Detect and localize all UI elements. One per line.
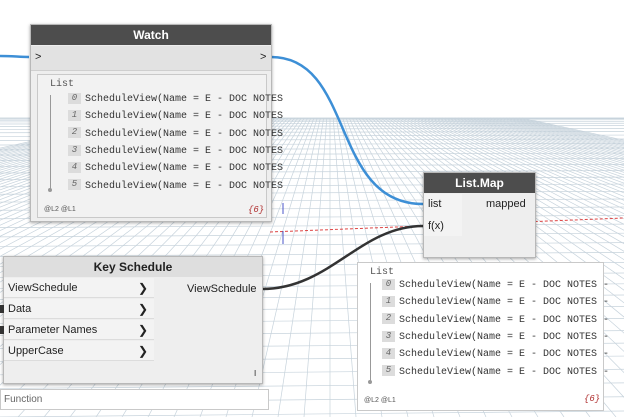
keyschedule-input-dot (0, 326, 4, 334)
list-item-index: 3 (68, 144, 81, 156)
list-item-value: ScheduleView(Name = E - DOC NOTES - (399, 331, 610, 343)
list-item-index: 1 (382, 296, 395, 308)
listmap-preview[interactable]: List 0 ScheduleView(Name = E - DOC NOTES … (357, 262, 609, 411)
list-tree-end (48, 188, 52, 192)
list-item-value: ScheduleView(Name = E - DOC NOTES - (399, 314, 610, 326)
list-item: 0 ScheduleView(Name = E - DOC NOTES - (382, 278, 609, 294)
list-label: List (370, 267, 395, 278)
list-item-index: 4 (382, 348, 395, 360)
watch-port-row: > > (31, 46, 271, 71)
list-item-index: 0 (68, 92, 81, 104)
port-label: Data (8, 303, 32, 315)
input-port-uppercase[interactable]: UpperCase ❯ (4, 341, 154, 361)
list-item-value: ScheduleView(Name = E - DOC NOTES (85, 180, 284, 192)
list-item-index: 3 (382, 330, 395, 342)
lacing-indicator[interactable]: I (254, 369, 256, 378)
list-item: 5 ScheduleView(Name = E - DOC NOTES - (382, 365, 609, 381)
keyschedule-input-dot (0, 305, 4, 313)
port-label: UpperCase (8, 345, 64, 357)
list-item: 3 ScheduleView(Name = E - DOC NOTES - (382, 330, 609, 346)
wire-watch-to-listmap-list (270, 55, 424, 206)
list-tree-line (50, 95, 51, 189)
list-item-index: 2 (382, 313, 395, 325)
list-count: {6} (248, 205, 265, 215)
list-item-index: 1 (68, 110, 81, 122)
function-field[interactable]: Function (0, 389, 269, 410)
wire-into-watch (0, 54, 30, 59)
list-item: 5 ScheduleView(Name = E - DOC NOTES (68, 179, 283, 195)
watch-node[interactable]: Watch > > List 0 ScheduleView(Name = E - … (30, 24, 283, 222)
list-item-value: ScheduleView(Name = E - DOC NOTES (85, 145, 284, 157)
list-levels: @L2 @L1 (44, 206, 76, 213)
list-item-index: 4 (68, 162, 81, 174)
input-port-list[interactable]: list (428, 198, 441, 210)
port-label: Parameter Names (8, 324, 98, 336)
list-levels: @L2 @L1 (364, 397, 396, 404)
function-label: Function (4, 394, 43, 405)
list-label: List (50, 79, 75, 90)
input-port-data[interactable]: Data ❯ (4, 299, 154, 319)
listmap-inputs: list f(x) (424, 194, 462, 236)
output-port[interactable]: > (260, 51, 266, 63)
list-item-index: 0 (382, 278, 395, 290)
chevron-right-icon: ❯ (137, 323, 148, 337)
list-item-value: ScheduleView(Name = E - DOC NOTES - (399, 297, 610, 309)
node-title[interactable]: Watch (31, 25, 271, 45)
node-title[interactable]: List.Map (424, 173, 535, 193)
output-port-mapped[interactable]: mapped (486, 198, 526, 210)
list-tree-line (370, 283, 371, 381)
list-item: 4 ScheduleView(Name = E - DOC NOTES (68, 161, 283, 177)
list-item: 2 ScheduleView(Name = E - DOC NOTES - (382, 313, 609, 329)
list-item: 2 ScheduleView(Name = E - DOC NOTES (68, 127, 283, 143)
chevron-right-icon: ❯ (137, 302, 148, 316)
list-item-value: ScheduleView(Name = E - DOC NOTES - (399, 280, 610, 291)
list-item: 0 ScheduleView(Name = E - DOC NOTES (68, 92, 283, 108)
list-item: 4 ScheduleView(Name = E - DOC NOTES - (382, 347, 609, 363)
list-item-value: ScheduleView(Name = E - DOC NOTES (85, 163, 284, 175)
list-item: 3 ScheduleView(Name = E - DOC NOTES (68, 144, 283, 160)
watch-preview[interactable]: List 0 ScheduleView(Name = E - DOC NOTES 1… (37, 74, 283, 218)
list-item-value: ScheduleView(Name = E - DOC NOTES (85, 111, 284, 123)
input-port-viewschedule[interactable]: ViewSchedule ❯ (4, 278, 154, 298)
list-item-index: 5 (68, 179, 81, 191)
listmap-node[interactable]: List.Map list f(x) mapped (423, 172, 536, 258)
port-label: ViewSchedule (8, 282, 78, 294)
chevron-right-icon: ❯ (137, 281, 148, 295)
input-port-parameter-names[interactable]: Parameter Names ❯ (4, 320, 154, 340)
input-port[interactable]: > (35, 51, 41, 63)
list-item-index: 2 (68, 127, 81, 139)
input-port-fx[interactable]: f(x) (428, 220, 444, 232)
keyschedule-node[interactable]: Key Schedule ViewSchedule ❯ Data ❯ Param… (3, 256, 263, 384)
list-item-value: ScheduleView(Name = E - DOC NOTES - (399, 349, 610, 361)
list-item-value: ScheduleView(Name = E - DOC NOTES (85, 128, 284, 140)
list-count: {6} (584, 394, 601, 404)
node-title[interactable]: Key Schedule (4, 257, 262, 277)
list-item: 1 ScheduleView(Name = E - DOC NOTES (68, 109, 283, 125)
list-item-index: 5 (382, 365, 395, 377)
list-item-value: ScheduleView(Name = E - DOC NOTES (85, 94, 284, 105)
list-item-value: ScheduleView(Name = E - DOC NOTES - (399, 366, 610, 378)
output-port-viewschedule[interactable]: ViewSchedule (187, 283, 257, 295)
chevron-right-icon: ❯ (137, 344, 148, 358)
list-tree-end (368, 380, 372, 384)
list-item: 1 ScheduleView(Name = E - DOC NOTES - (382, 295, 609, 311)
